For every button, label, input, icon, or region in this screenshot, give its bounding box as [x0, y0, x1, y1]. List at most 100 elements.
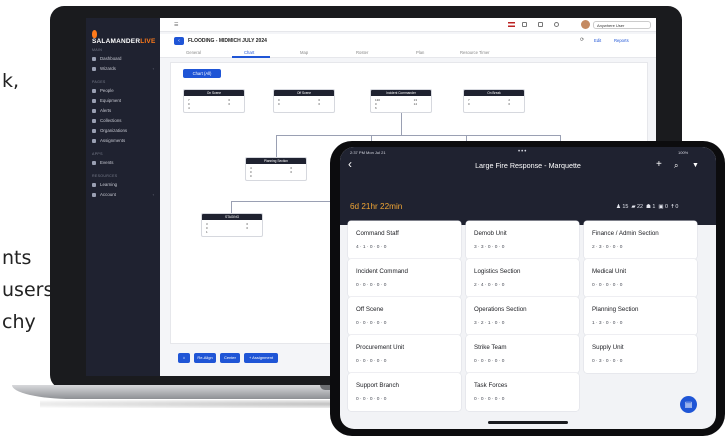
tab-general[interactable]: General	[186, 50, 201, 55]
assignment-card-task-forces[interactable]: Task Forces 0 · 0 · 0 · 0 · 0	[466, 373, 579, 411]
search-icon[interactable]: ⌕	[674, 161, 678, 171]
home-indicator	[488, 421, 568, 424]
edit-button[interactable]: Edit	[594, 38, 601, 43]
assignment-card-off-scene[interactable]: Off Scene 0 · 0 · 0 · 0 · 0	[348, 297, 461, 335]
people-icon	[92, 88, 96, 93]
sidebar-item-label: Learning	[100, 182, 118, 187]
org-node-incident-commander[interactable]: Incident Commander 130 13 0 14 6	[370, 89, 432, 113]
assignment-icon	[92, 138, 96, 143]
card-stats: 0 · 0 · 0 · 0 · 0	[356, 359, 387, 364]
sidebar-item-dashboard[interactable]: Dashboard	[92, 54, 156, 63]
assignment-card-operations[interactable]: Operations Section 3 · 2 · 1 · 0 · 0	[466, 297, 579, 335]
refresh-icon[interactable]: ⟳	[580, 37, 584, 43]
assignment-card-medical[interactable]: Medical Unit 0 · 0 · 0 · 0 · 0	[584, 259, 697, 297]
sidebar-item-label: Equipment	[100, 98, 121, 103]
back-button[interactable]: ‹	[174, 37, 184, 45]
assignment-card-command-staff[interactable]: Command Staff 4 · 1 · 0 · 0 · 0	[348, 221, 461, 259]
node-stat: 14	[413, 102, 417, 106]
user-menu[interactable]: Anywhere User	[593, 21, 651, 29]
brand-accent: LIVE	[140, 38, 156, 45]
node-stat: 0	[290, 170, 292, 174]
assignment-card-finance[interactable]: Finance / Admin Section 2 · 3 · 0 · 0 · 0	[584, 221, 697, 259]
card-title: Logistics Section	[474, 268, 521, 275]
assignment-card-demob-unit[interactable]: Demob Unit 3 · 3 · 0 · 0 · 0	[466, 221, 579, 259]
team-icon: ☗	[646, 204, 651, 210]
org-node-staging[interactable]: STAGING 30001	[201, 213, 263, 237]
card-stats: 0 · 0 · 0 · 0 · 0	[592, 283, 623, 288]
sidebar-item-label: Dashboard	[100, 56, 122, 61]
sidebar-item-equipment[interactable]: Equipment	[92, 96, 156, 105]
filter-icon[interactable]: ▼	[692, 162, 699, 169]
sidebar-item-label: Alerts	[100, 108, 112, 113]
dashboard-icon	[92, 56, 96, 61]
sidebar-item-people[interactable]: People	[92, 86, 156, 95]
node-stat: 6	[375, 106, 377, 110]
fullscreen-icon[interactable]	[538, 22, 543, 27]
avatar[interactable]	[581, 20, 590, 29]
card-stats: 3 · 3 · 0 · 0 · 0	[474, 245, 505, 250]
assignment-card-incident-command[interactable]: Incident Command 0 · 0 · 0 · 0 · 0	[348, 259, 461, 297]
card-title: Strike Team	[474, 344, 507, 351]
sidebar-item-label: Collections	[100, 118, 122, 123]
card-title: Planning Section	[592, 306, 639, 313]
battery-status: 100%	[678, 150, 689, 155]
sidebar-item-collections[interactable]: Collections	[92, 116, 156, 125]
assignment-card-procurement[interactable]: Procurement Unit 0 · 0 · 0 · 0 · 0	[348, 335, 461, 373]
add-icon[interactable]: +	[656, 159, 662, 170]
assignment-card-logistics[interactable]: Logistics Section 2 · 4 · 0 · 0 · 0	[466, 259, 579, 297]
account-icon	[92, 192, 96, 197]
sidebar-item-label: Organizations	[100, 128, 128, 133]
vehicle-icon: ▰	[631, 204, 636, 210]
tab-roster[interactable]: Roster	[356, 50, 368, 55]
org-node-planning-section[interactable]: Planning Section 40000	[245, 157, 307, 181]
card-title: Command Staff	[356, 230, 399, 237]
alert-icon	[92, 108, 96, 113]
stat-vehicles: 22	[637, 204, 643, 210]
tablet-screen: 2:37 PM Mon Jul 21 ••• 100% ‹ Large Fire…	[340, 147, 716, 429]
brand-logo[interactable]: SALAMANDERLIVE	[92, 30, 160, 45]
sidebar-item-events[interactable]: Events	[92, 158, 156, 167]
grid-icon[interactable]	[522, 22, 527, 27]
sidebar-item-label: Assignments	[100, 138, 126, 143]
incident-stats: ♟ 15 ▰ 22 ☗ 1 ▣ 0 ☨ 0	[616, 204, 678, 210]
sidebar-item-wizards[interactable]: Wizards ‹	[92, 64, 156, 73]
assignment-card-strike-team[interactable]: Strike Team 0 · 0 · 0 · 0 · 0	[466, 335, 579, 373]
menu-icon[interactable]: ☰	[174, 22, 179, 28]
card-title: Task Forces	[474, 382, 508, 389]
assignment-card-supply[interactable]: Supply Unit 0 · 3 · 0 · 0 · 0	[584, 335, 697, 373]
sidebar-item-label: Wizards	[100, 66, 116, 71]
assignment-card-planning[interactable]: Planning Section 1 · 3 · 0 · 0 · 0	[584, 297, 697, 335]
sidebar-item-learning[interactable]: Learning	[92, 180, 156, 189]
realign-button[interactable]: Re-Align	[194, 353, 216, 363]
floating-action-button[interactable]: ▤	[680, 396, 697, 413]
tab-plan[interactable]: Plan	[416, 50, 424, 55]
sidebar-item-account[interactable]: Account ‹	[92, 190, 156, 199]
add-assignment-button[interactable]: + Assignment	[244, 353, 278, 363]
chart-all-button[interactable]: Chart (All)	[183, 69, 221, 78]
tab-map[interactable]: Map	[300, 50, 308, 55]
org-node-on-break[interactable]: On Break 7200	[463, 89, 525, 113]
node-stat: 0	[278, 102, 280, 106]
theme-icon[interactable]	[554, 22, 559, 27]
center-button[interactable]: Center	[220, 353, 240, 363]
sidebar-item-organizations[interactable]: Organizations	[92, 126, 156, 135]
card-title: Incident Command	[356, 268, 408, 275]
language-flag-icon[interactable]	[508, 22, 515, 27]
sidebar-item-assignments[interactable]: Assignments	[92, 136, 156, 145]
home-button[interactable]: ⌂	[178, 353, 190, 363]
stat-people: 15	[622, 204, 629, 210]
reports-button[interactable]: Reports	[614, 38, 629, 43]
card-stats: 0 · 0 · 0 · 0 · 0	[356, 283, 387, 288]
tab-chart[interactable]: Chart	[244, 50, 254, 55]
card-title: Finance / Admin Section	[592, 230, 659, 237]
assignment-card-support-branch[interactable]: Support Branch 0 · 0 · 0 · 0 · 0	[348, 373, 461, 411]
node-stat: 0	[468, 102, 470, 106]
org-node-on-scene[interactable]: On Scene 70004	[183, 89, 245, 113]
stat-other: 0	[675, 204, 679, 210]
org-node-off-scene[interactable]: Off Scene 0000	[273, 89, 335, 113]
sidebar: SALAMANDERLIVE MAIN Dashboard Wizards ‹ P…	[86, 18, 160, 376]
tab-resource-timer[interactable]: Resource Timer	[460, 50, 490, 55]
card-title: Procurement Unit	[356, 344, 405, 351]
sidebar-item-alerts[interactable]: Alerts	[92, 106, 156, 115]
node-stat: 0	[508, 102, 510, 106]
